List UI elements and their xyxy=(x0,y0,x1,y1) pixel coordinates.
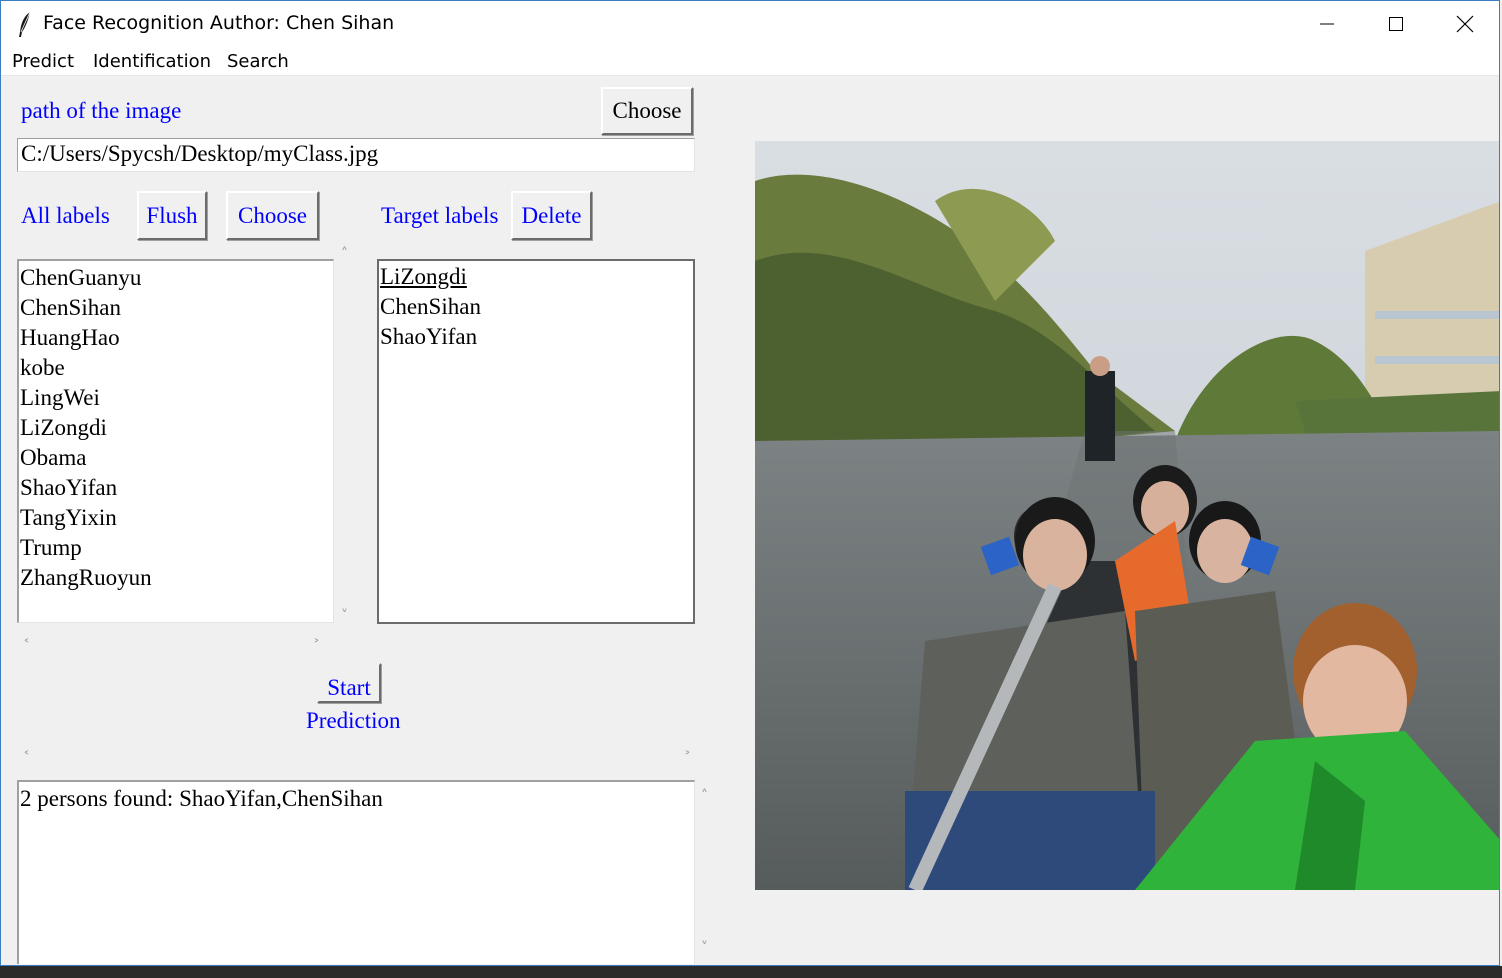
output-hscrollbar[interactable]: ˂ ˃ xyxy=(17,747,703,769)
choose-image-button[interactable]: Choose xyxy=(601,87,693,135)
scroll-down-icon[interactable]: ˅ xyxy=(701,941,708,955)
path-label: path of the image xyxy=(21,98,182,123)
close-button[interactable] xyxy=(1431,1,1499,47)
list-item[interactable]: LingWei xyxy=(19,383,333,413)
choose-label-button[interactable]: Choose xyxy=(226,191,319,240)
window-title: Face Recognition Author: Chen Sihan xyxy=(43,12,395,34)
menu-predict[interactable]: Predict xyxy=(12,51,74,72)
scroll-down-icon[interactable]: ˅ xyxy=(341,609,348,623)
scroll-up-icon[interactable]: ˄ xyxy=(341,247,348,261)
list-item[interactable]: Trump xyxy=(19,533,333,563)
list-item[interactable]: ChenSihan xyxy=(19,293,333,323)
menu-search[interactable]: Search xyxy=(227,51,289,72)
app-window: Face Recognition Author: Chen Sihan Pred… xyxy=(0,0,1500,966)
list-item[interactable]: kobe xyxy=(19,353,333,383)
all-labels-listbox[interactable]: ChenGuanyu ChenSihan HuangHao kobe LingWei Li… xyxy=(17,259,334,623)
feather-icon xyxy=(19,11,31,37)
list-item[interactable]: Obama xyxy=(19,443,333,473)
scroll-right-icon[interactable]: ˃ xyxy=(313,639,320,653)
taskbar xyxy=(0,966,1502,978)
preview-image xyxy=(755,141,1499,890)
scroll-left-icon[interactable]: ˂ xyxy=(23,639,30,653)
scroll-left-icon[interactable]: ˂ xyxy=(23,751,30,765)
maximize-button[interactable] xyxy=(1362,1,1430,47)
list-item[interactable]: ZhangRuoyun xyxy=(19,563,333,593)
list-item[interactable]: HuangHao xyxy=(19,323,333,353)
list-item[interactable]: LiZongdi xyxy=(19,413,333,443)
title-bar: Face Recognition Author: Chen Sihan xyxy=(1,1,1499,47)
prediction-label: Prediction xyxy=(306,708,401,733)
menu-bar: Predict Identification Search xyxy=(1,47,1499,76)
minimize-button[interactable] xyxy=(1293,1,1361,47)
list-item[interactable]: ChenGuanyu xyxy=(19,263,333,293)
start-label: Start xyxy=(327,675,371,700)
list-item[interactable]: ChenSihan xyxy=(379,292,693,322)
result-textbox[interactable]: 2 persons found: ShaoYifan,ChenSihan xyxy=(17,780,695,964)
all-labels-hscrollbar[interactable]: ˂ ˃ xyxy=(17,635,334,657)
list-item[interactable]: TangYixin xyxy=(19,503,333,533)
list-item[interactable]: ShaoYifan xyxy=(19,473,333,503)
result-text: 2 persons found: ShaoYifan,ChenSihan xyxy=(20,786,383,811)
flush-button[interactable]: Flush xyxy=(137,191,207,240)
menu-identification[interactable]: Identification xyxy=(93,51,211,72)
minimize-icon xyxy=(1320,23,1334,25)
start-prediction-button[interactable]: Start xyxy=(317,663,381,703)
list-item[interactable]: ShaoYifan xyxy=(379,322,693,352)
maximize-icon xyxy=(1389,17,1403,31)
image-path-input[interactable]: C:/Users/Spycsh/Desktop/myClass.jpg xyxy=(17,138,695,172)
scroll-up-icon[interactable]: ˄ xyxy=(701,789,708,803)
delete-button[interactable]: Delete xyxy=(511,191,592,240)
scroll-right-icon[interactable]: ˃ xyxy=(684,751,691,765)
target-labels-listbox[interactable]: LiZongdi ChenSihan ShaoYifan xyxy=(377,259,695,624)
close-icon xyxy=(1456,15,1474,33)
target-labels-title: Target labels xyxy=(381,203,499,228)
list-item[interactable]: LiZongdi xyxy=(379,262,693,292)
all-labels-title: All labels xyxy=(21,203,110,228)
